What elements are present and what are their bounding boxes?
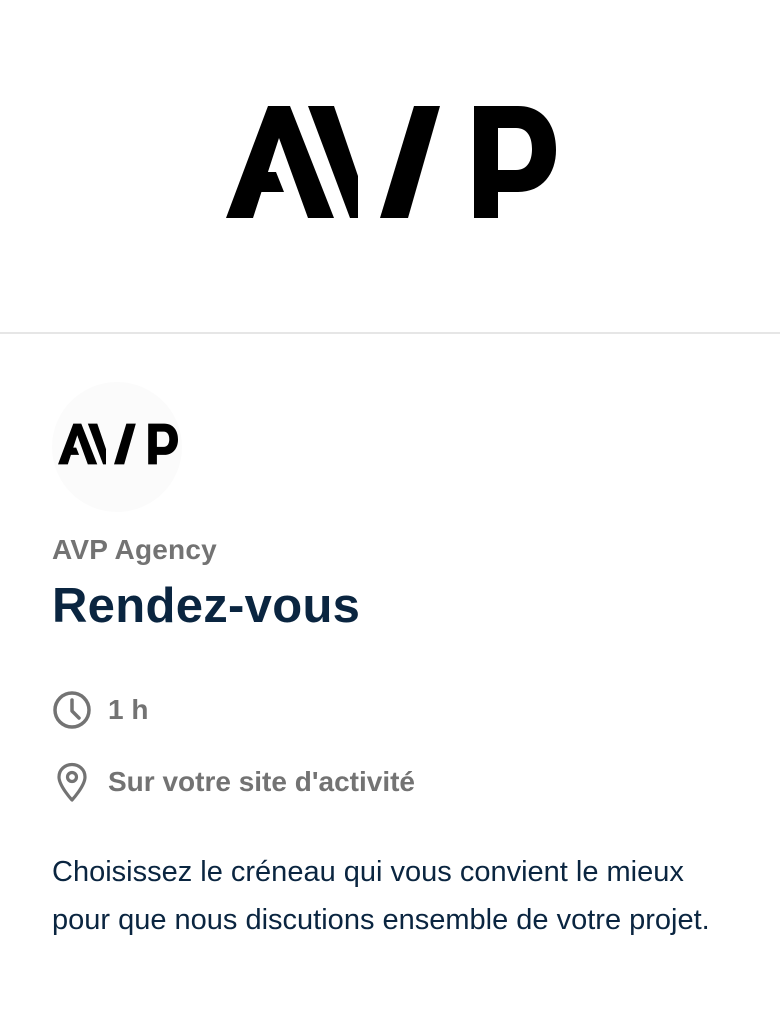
organization-name: AVP Agency bbox=[52, 534, 217, 565]
duration-text: 1 h bbox=[108, 694, 149, 725]
event-title: Rendez-vous bbox=[52, 579, 361, 633]
avp-logo bbox=[226, 106, 556, 218]
map-pin-icon bbox=[57, 762, 87, 802]
avatar bbox=[52, 382, 182, 512]
location-text: Sur votre site d'activité bbox=[108, 766, 415, 797]
event-description: Choisissez le créneau qui vous convient … bbox=[52, 856, 710, 936]
avp-logo-small bbox=[58, 423, 178, 465]
page-header bbox=[0, 0, 780, 334]
location-row: Sur votre site d'activité bbox=[52, 762, 415, 802]
duration-row: 1 h bbox=[52, 690, 148, 730]
clock-icon bbox=[53, 691, 91, 729]
